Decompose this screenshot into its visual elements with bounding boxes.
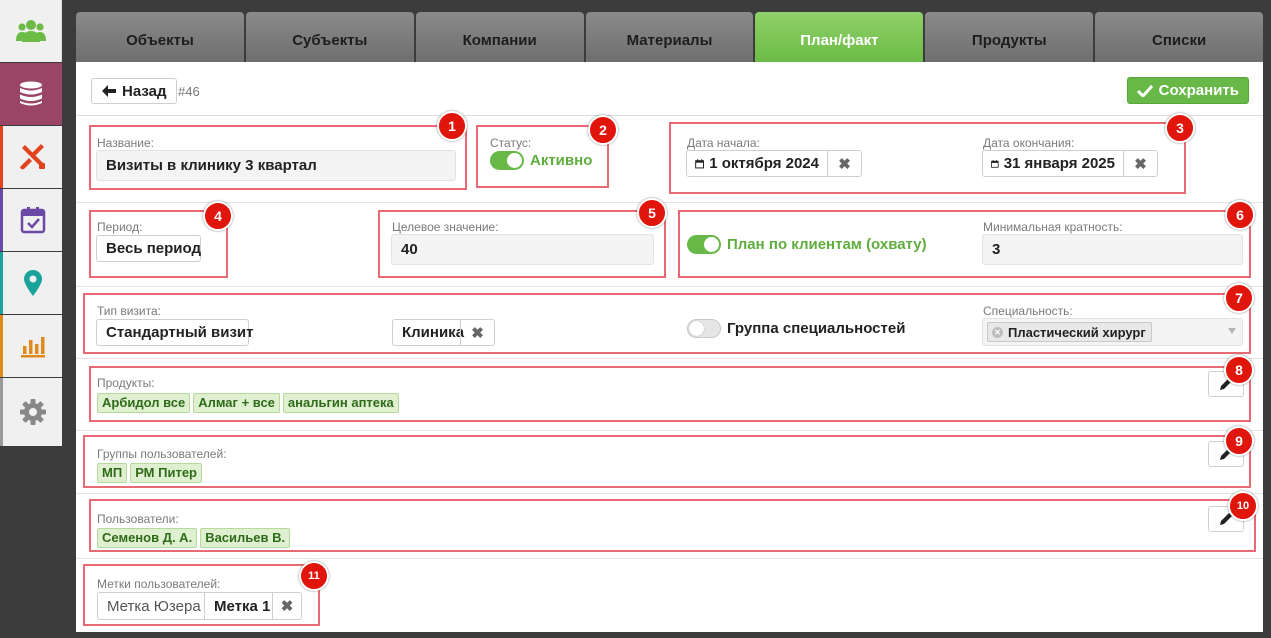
tab-subjects[interactable]: Субъекты [245,12,414,62]
row-divider [76,286,1263,287]
tab-companies[interactable]: Компании [415,12,584,62]
annotation-badge: 11 [299,561,329,591]
highlight-box [378,210,666,278]
sidebar-item-calendar[interactable] [0,189,62,251]
database-icon [20,81,42,106]
tab-materials[interactable]: Материалы [585,12,754,62]
annotation-badge: 4 [203,201,233,231]
calendar-check-icon [20,207,45,234]
sidebar [0,0,62,638]
highlight-box [83,564,320,626]
sidebar-item-tools[interactable] [0,126,62,188]
annotation-badge: 7 [1224,283,1254,313]
annotation-badge: 3 [1165,113,1195,143]
arrow-left-icon [102,85,116,97]
tab-plan-fact[interactable]: План/факт [755,12,924,62]
sidebar-item-settings[interactable] [0,378,62,446]
bar-chart-icon [20,337,45,358]
annotation-badge: 2 [588,115,618,145]
users-icon [15,20,46,42]
tab-objects[interactable]: Объекты [76,12,244,62]
annotation-badge: 9 [1224,426,1254,456]
annotation-badge: 8 [1224,355,1254,385]
sidebar-item-reports[interactable] [0,315,62,377]
highlight-box [669,122,1186,194]
tab-lists[interactable]: Списки [1095,12,1264,62]
highlight-box [83,293,1251,354]
highlight-box [89,499,1256,552]
check-icon [1136,84,1153,97]
map-marker-icon [23,270,42,296]
row-divider [76,202,1263,203]
sidebar-item-map[interactable] [0,252,62,314]
sidebar-item-database[interactable] [0,63,62,125]
row-divider [76,430,1263,431]
highlight-box [89,366,1251,422]
annotation-badge: 10 [1228,491,1258,521]
row-divider [76,358,1263,359]
toolbar: Назад #46 Сохранить [76,62,1263,116]
annotation-badge: 6 [1225,200,1255,230]
back-button[interactable]: Назад [91,78,178,104]
highlight-box [89,125,467,190]
gear-icon [19,399,46,425]
tools-icon [19,144,45,170]
save-button-label: Сохранить [1158,82,1239,99]
back-button-label: Назад [122,82,167,100]
tab-products[interactable]: Продукты [925,12,1094,62]
sidebar-item-users[interactable] [0,0,62,62]
highlight-box [678,210,1251,278]
highlight-box [83,435,1251,488]
row-divider [76,558,1263,559]
record-id: #46 [178,84,200,99]
tab-bar: Объекты Субъекты Компании Материалы План… [76,12,1264,62]
annotation-badge: 5 [637,198,667,228]
save-button[interactable]: Сохранить [1126,77,1249,104]
annotation-badge: 1 [437,111,467,141]
row-divider [76,493,1263,494]
